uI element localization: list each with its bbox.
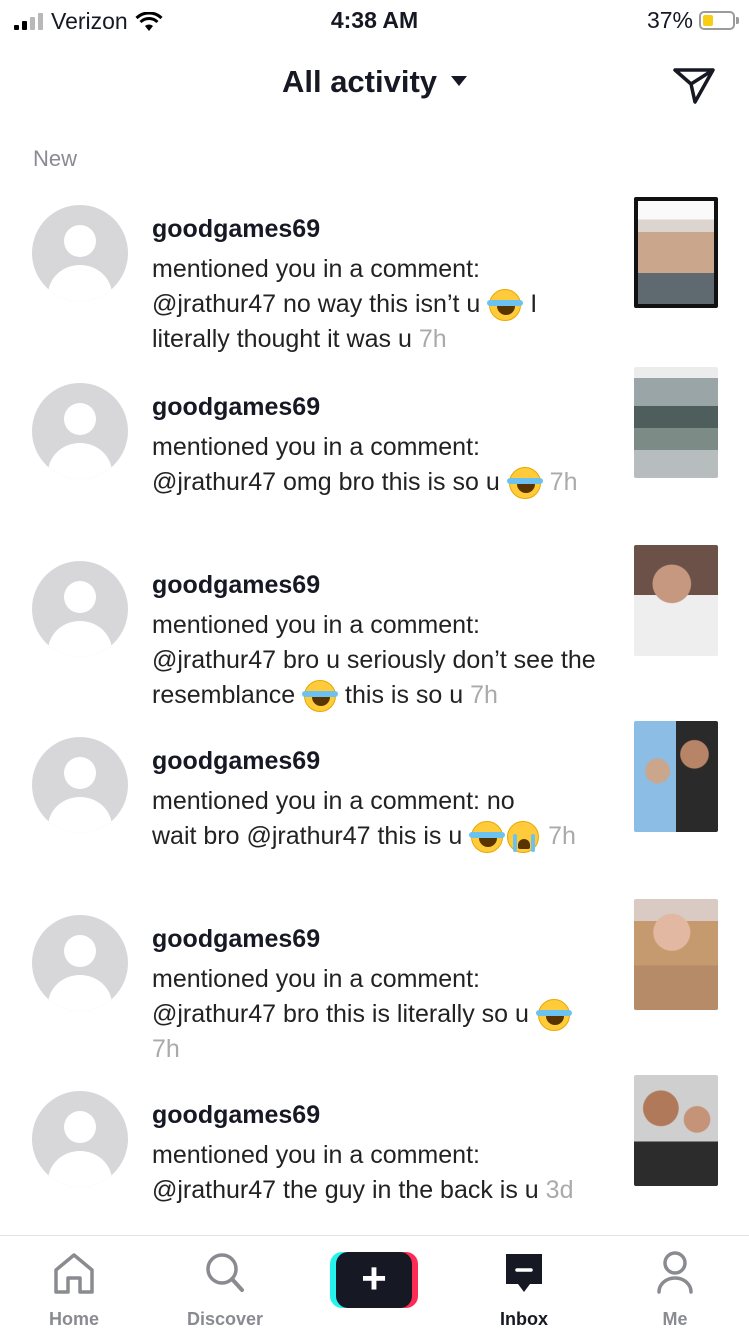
action-text: mentioned you in a comment: (152, 433, 480, 461)
emoji-group (535, 999, 572, 1032)
video-thumbnail[interactable] (634, 721, 718, 832)
avatar[interactable] (32, 1091, 128, 1187)
tab-home[interactable]: Home (14, 1248, 134, 1330)
video-thumbnail[interactable] (634, 899, 718, 1010)
emoji-group (469, 821, 541, 854)
avatar[interactable] (32, 915, 128, 1011)
direct-message-icon[interactable] (669, 60, 719, 110)
tab-label: Home (48, 1309, 99, 1329)
timestamp: 7h (470, 681, 498, 709)
action-text: mentioned you in a comment: (152, 1141, 480, 1169)
mention-text: @jrathur47 the guy in the back is u (152, 1176, 539, 1204)
video-thumbnail[interactable] (634, 367, 718, 478)
mention-text: @jrathur47 no way this isn’t u (152, 290, 481, 318)
action-text: mentioned you in a comment: (152, 965, 480, 993)
mention-text: @jrathur47 omg bro this is so u (152, 468, 500, 496)
timestamp: 7h (152, 1035, 180, 1063)
search-icon (206, 1253, 244, 1292)
header: All activity (0, 50, 749, 116)
battery-icon (699, 11, 739, 30)
username[interactable]: goodgames69 (152, 747, 320, 776)
inbox-icon (506, 1254, 542, 1292)
video-thumbnail[interactable] (634, 1075, 718, 1186)
profile-icon (657, 1251, 693, 1294)
comment-text: mentioned you in a comment: @jrathur47 om… (152, 430, 602, 500)
tears-of-joy-emoji-icon (469, 821, 506, 854)
username[interactable]: goodgames69 (152, 925, 320, 954)
tab-label: Inbox (500, 1309, 548, 1329)
tab-inbox[interactable]: Inbox (464, 1248, 584, 1330)
tears-of-joy-emoji-icon (506, 467, 543, 500)
caret-down-icon (451, 75, 468, 86)
status-bar: Verizon 4:38 AM 37% (0, 0, 749, 40)
timestamp: 7h (548, 822, 576, 850)
avatar[interactable] (32, 737, 128, 833)
page-title: All activity (281, 64, 438, 99)
tab-label: Discover (186, 1309, 264, 1329)
home-icon (54, 1253, 94, 1294)
comment-text: mentioned you in a comment: @jrathur47 br… (152, 608, 602, 713)
action-text: mentioned you in a comment: no (152, 787, 515, 815)
emoji-group (302, 680, 339, 713)
avatar[interactable] (32, 383, 128, 479)
username[interactable]: goodgames69 (152, 1101, 320, 1130)
crying-emoji-icon (507, 821, 540, 854)
tab-me[interactable]: Me (615, 1248, 735, 1330)
avatar[interactable] (32, 561, 128, 657)
tears-of-joy-emoji-icon (302, 680, 339, 713)
bottom-tab-bar: Home Discover + Inbox Me (0, 1235, 749, 1333)
create-button[interactable]: + (330, 1252, 418, 1308)
action-text: mentioned you in a comment: (152, 255, 480, 283)
emoji-group (487, 289, 524, 322)
action-text: mentioned you in a comment: (152, 611, 480, 639)
video-thumbnail[interactable] (634, 545, 718, 656)
timestamp: 7h (549, 468, 578, 496)
battery-percent: 37% (646, 7, 693, 33)
avatar[interactable] (32, 205, 128, 301)
tears-of-joy-emoji-icon (487, 289, 524, 322)
comment-tail: this is so u (338, 681, 464, 709)
mention-text: @jrathur47 bro this is literally so u (152, 1000, 529, 1028)
clock: 4:38 AM (330, 7, 419, 33)
tears-of-joy-emoji-icon (535, 999, 572, 1032)
plus-icon: + (336, 1252, 412, 1308)
section-label: New (33, 146, 78, 171)
comment-text: mentioned you in a comment: @jrathur47 th… (152, 1138, 602, 1208)
comment-text: mentioned you in a comment: no wait bro @… (152, 784, 602, 854)
notification-list[interactable]: goodgames69 mentioned you in a comment: @j… (0, 185, 749, 1235)
username[interactable]: goodgames69 (152, 215, 320, 244)
username[interactable]: goodgames69 (152, 571, 320, 600)
comment-text: mentioned you in a comment: @jrathur47 no… (152, 252, 602, 357)
activity-filter-dropdown[interactable]: All activity (0, 64, 749, 100)
video-thumbnail[interactable] (634, 197, 718, 308)
timestamp: 3d (545, 1176, 574, 1204)
emoji-group (506, 467, 543, 500)
comment-text: mentioned you in a comment: @jrathur47 br… (152, 962, 602, 1067)
status-right: 37% (646, 7, 739, 34)
tab-label: Me (662, 1309, 688, 1329)
username[interactable]: goodgames69 (152, 393, 320, 422)
timestamp: 7h (418, 325, 447, 353)
mention-text: wait bro @jrathur47 this is u (152, 822, 463, 850)
tab-discover[interactable]: Discover (165, 1248, 285, 1330)
